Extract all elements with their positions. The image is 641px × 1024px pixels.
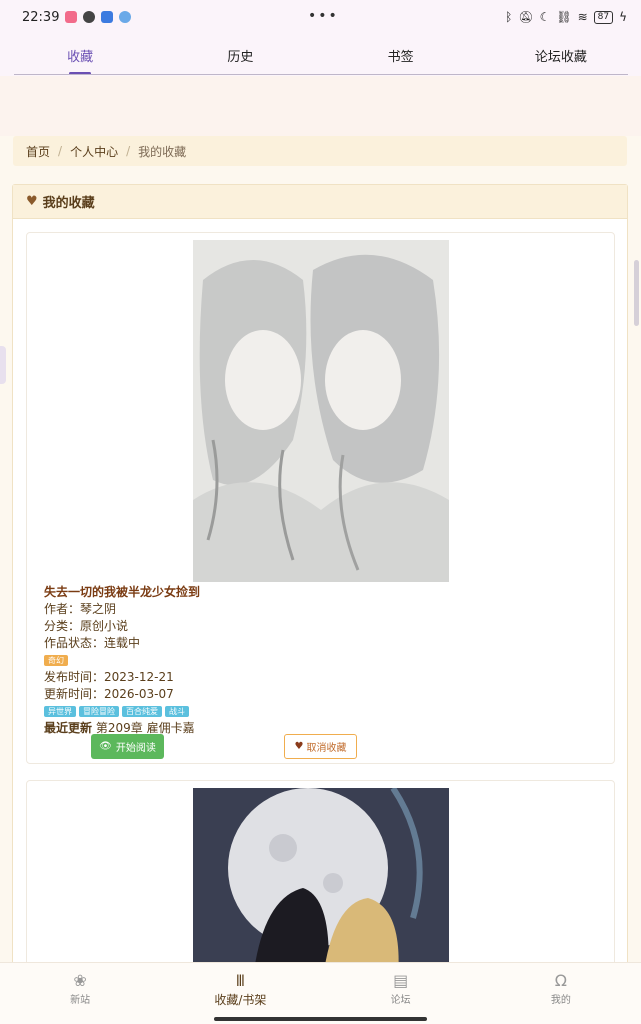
nav-profile[interactable]: Ω 我的 (481, 963, 641, 1024)
nav-forum[interactable]: ▤ 论坛 (321, 963, 481, 1024)
latest-chapter[interactable]: 第209章 雇佣卡嘉 (96, 721, 195, 735)
app-notification-icon (101, 11, 114, 23)
app-notification-icon (65, 11, 78, 23)
book-info: 失去一切的我被半龙少女捡到 作者：琴之阴 分类：原创小说 作品状态：连载中 奇幻… (44, 584, 604, 737)
chat-icon: ▤ (393, 971, 409, 990)
tab-favorites[interactable]: 收藏 (0, 34, 160, 76)
book-author: 琴之阴 (80, 602, 117, 616)
charging-icon: ϟ (619, 10, 627, 24)
panel-header: ♥ 我的收藏 (13, 185, 627, 219)
breadcrumb-separator: / (58, 144, 63, 158)
start-reading-button[interactable]: 👁︎ 开始阅读 (91, 734, 164, 759)
clock: 22:39 (22, 9, 60, 25)
eye-icon: 👁︎ (99, 741, 112, 752)
book-author-row: 作者：琴之阴 (44, 602, 117, 616)
tab-bar: 收藏 历史 书签 论坛收藏 (0, 34, 641, 76)
link-icon: ⛓︎ (556, 10, 572, 24)
bluetooth-icon: ᛒ (505, 10, 513, 24)
moon-icon: ☾ (539, 10, 551, 24)
breadcrumb-separator: / (126, 144, 131, 158)
flower-icon: ❀ (73, 971, 87, 990)
heart-icon: ♥ (294, 741, 304, 752)
book-status-row: 作品状态：连载中 (44, 636, 141, 650)
book-title[interactable]: 失去一切的我被半龙少女捡到 (44, 584, 604, 601)
tag-badge: 百合纯爱 (122, 706, 162, 717)
app-notification-icon (119, 11, 132, 23)
book-category-row: 分类：原创小说 (44, 619, 129, 633)
book-cover[interactable] (193, 240, 449, 582)
tab-forum-favorites[interactable]: 论坛收藏 (481, 34, 641, 76)
breadcrumb-user-center[interactable]: 个人中心 (70, 143, 118, 160)
tag-badge: 战斗 (165, 706, 189, 717)
tab-bookmarks[interactable]: 书签 (321, 34, 481, 76)
book-cover[interactable] (193, 788, 449, 978)
more-dots-icon: ••• (308, 8, 339, 24)
book-card (26, 780, 615, 980)
app-notification-icon (83, 11, 96, 23)
remove-favorite-button[interactable]: ♥ 取消收藏 (284, 734, 357, 759)
wifi-icon: ≋ (577, 10, 588, 24)
heart-icon: ♥ (26, 194, 38, 209)
book-card: 失去一切的我被半龙少女捡到 作者：琴之阴 分类：原创小说 作品状态：连载中 奇幻… (26, 232, 615, 764)
mute-bell-icon: 🔕︎ (518, 10, 534, 24)
book-status: 连载中 (104, 636, 141, 650)
bottom-navigation: ❀ 新站 𝍫 收藏/书架 ▤ 论坛 Ω 我的 (0, 962, 641, 1024)
status-bar: 22:39 ••• ᛒ 🔕︎ ☾ ⛓︎ ≋ 87 ϟ (0, 0, 641, 34)
home-indicator[interactable] (214, 1017, 427, 1021)
tag-badge: 异世界 (44, 706, 76, 717)
battery-icon: 87 (593, 10, 614, 24)
nav-bookshelf[interactable]: 𝍫 收藏/书架 (160, 963, 320, 1024)
tag-badge: 冒险冒险 (79, 706, 119, 717)
nav-new-site[interactable]: ❀ 新站 (0, 963, 160, 1024)
tab-history[interactable]: 历史 (160, 34, 320, 76)
breadcrumb-current: 我的收藏 (138, 144, 187, 159)
tab-divider (14, 74, 628, 75)
tag-list: 异世界 冒险冒险 百合纯爱 战斗 (44, 703, 604, 720)
panel-title: 我的收藏 (42, 196, 95, 211)
top-spacer (0, 76, 641, 136)
cover-illustration (193, 788, 449, 978)
scrollbar[interactable] (634, 260, 639, 326)
cover-illustration (193, 240, 449, 582)
favorites-panel: ♥ 我的收藏 失去一切的我被半龙少女捡到 作者：琴之阴 分类：原创小说 作品状态… (12, 184, 628, 984)
book-published-row: 发布时间：2023-12-21 (44, 670, 174, 684)
side-drawer-handle[interactable] (0, 346, 6, 384)
breadcrumb: 首页 / 个人中心 / 我的收藏 (13, 136, 627, 166)
bookshelf-icon: 𝍫 (236, 971, 245, 990)
book-published: 2023-12-21 (104, 670, 174, 684)
book-updated-row: 更新时间：2026-03-07 (44, 687, 174, 701)
user-icon: Ω (554, 971, 567, 990)
book-category: 原创小说 (80, 619, 129, 633)
book-updated: 2026-03-07 (104, 687, 174, 701)
genre-badge: 奇幻 (44, 655, 68, 666)
breadcrumb-home[interactable]: 首页 (26, 143, 50, 160)
